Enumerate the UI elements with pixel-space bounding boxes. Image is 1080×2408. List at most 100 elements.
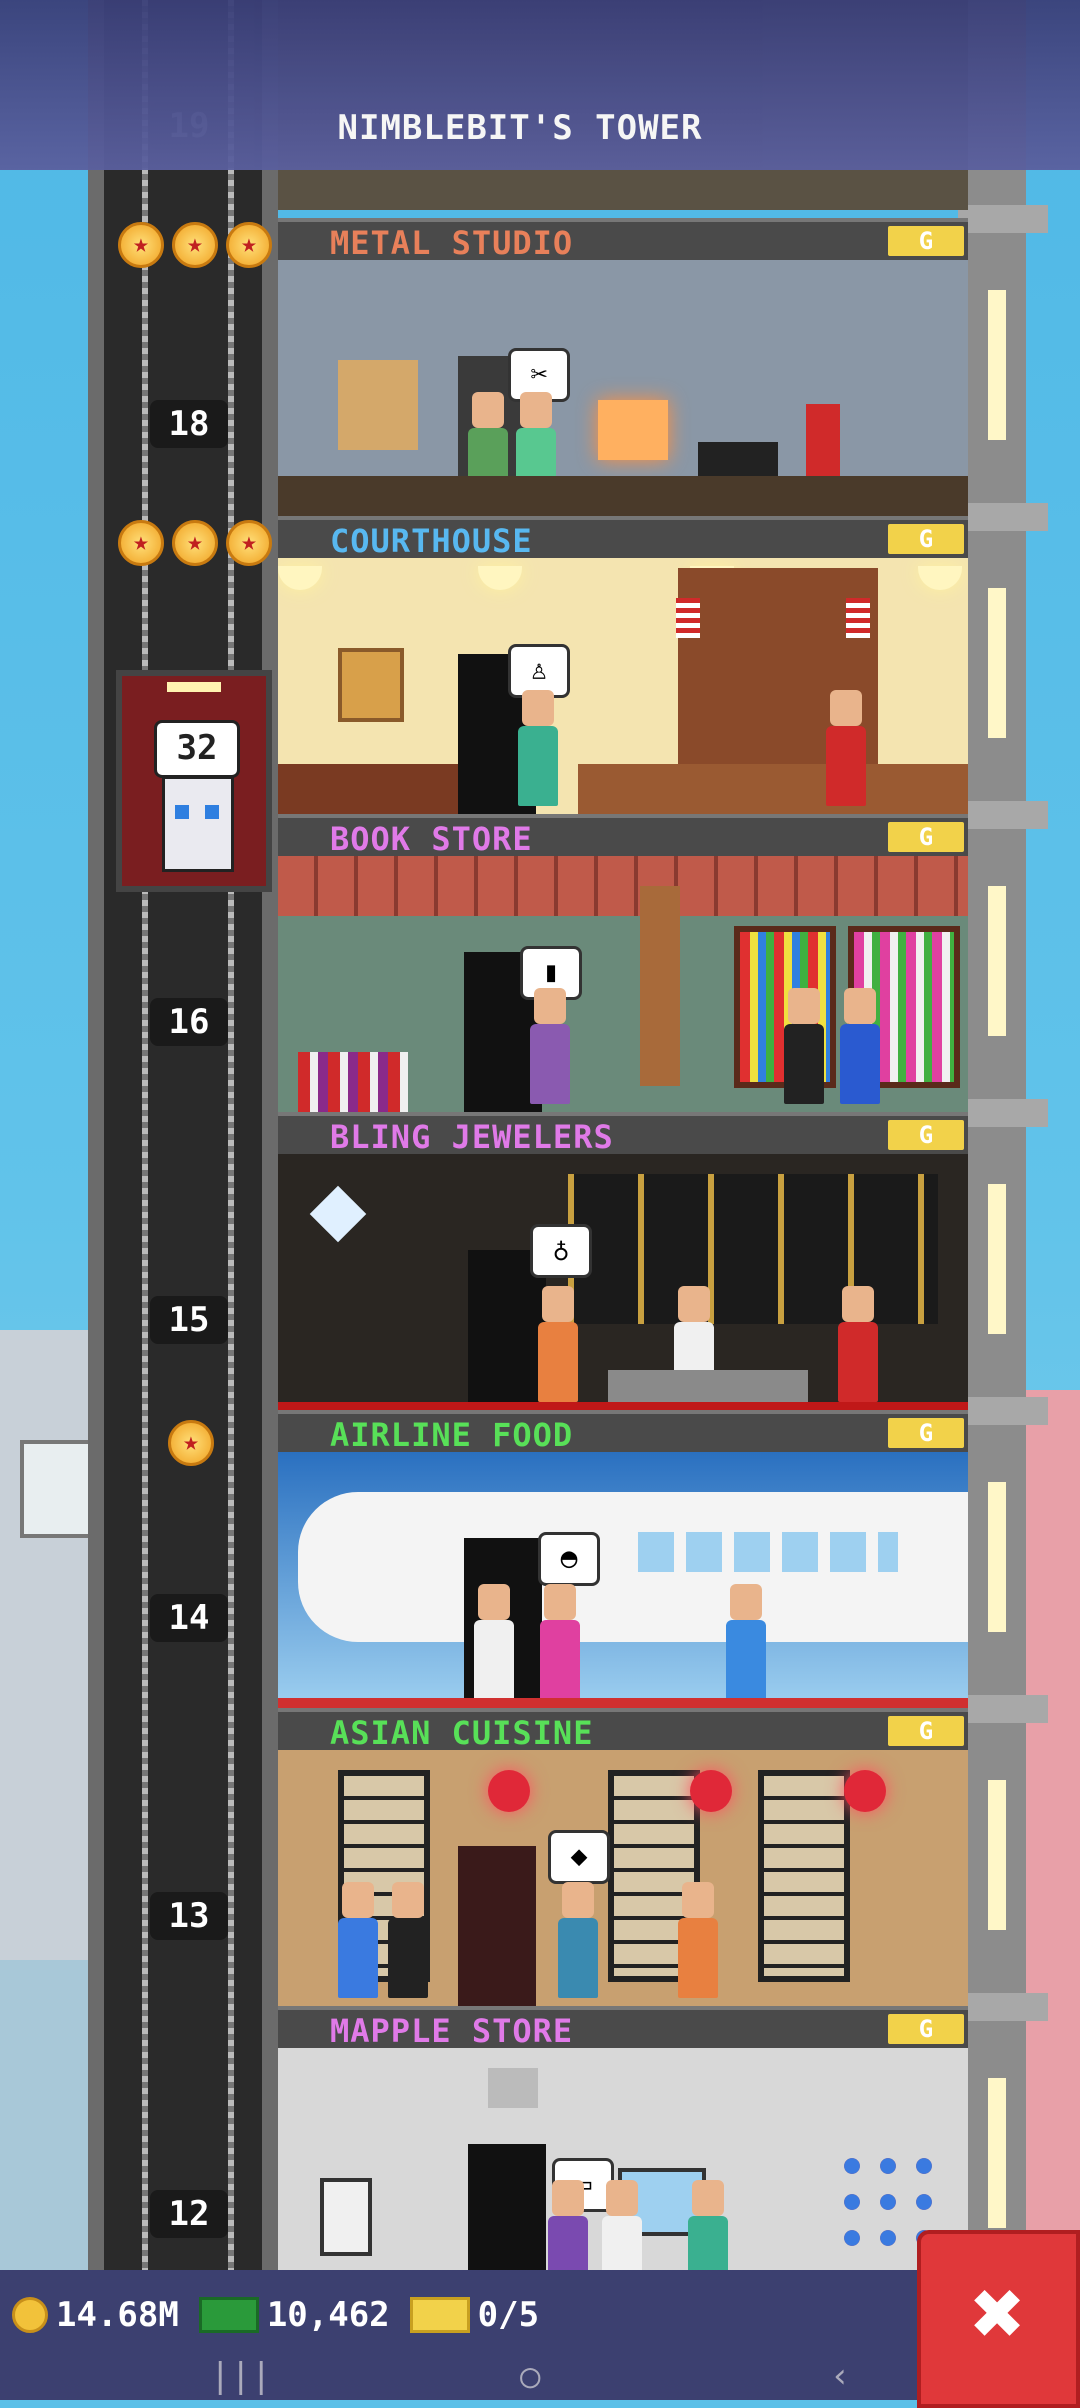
elevator-light: [167, 682, 221, 692]
coins-value: 14.68M: [56, 2295, 179, 2335]
star-rating-airline-food: ★: [168, 1420, 214, 1466]
red-machine: [806, 404, 840, 476]
floor-badge-icon[interactable]: G: [888, 1418, 964, 1448]
floor-badge-icon[interactable]: G: [888, 1120, 964, 1150]
wall-ledge: [958, 801, 1048, 829]
floor-badge-icon[interactable]: G: [888, 1716, 964, 1746]
ceiling-lamp: [478, 566, 522, 590]
floor-name: COURTHOUSE: [330, 522, 533, 560]
tower-bitizen[interactable]: [840, 988, 880, 1104]
tower-bitizen[interactable]: [678, 1882, 718, 1998]
court-benches: [278, 764, 458, 814]
wall-window: [988, 2078, 1006, 2228]
elevator-car[interactable]: 32: [116, 670, 272, 892]
tower-bitizen[interactable]: [558, 1882, 598, 1998]
tower-bitizen[interactable]: [726, 1584, 766, 1700]
bux-value: 10,462: [266, 2295, 390, 2335]
floor-bling-jewelers[interactable]: BLING JEWELERS G ♁: [278, 1112, 968, 1410]
tickets-display[interactable]: 0/5: [409, 2295, 539, 2335]
elevator-rider: [162, 776, 234, 872]
floor-metal-studio[interactable]: METAL STUDIO G ✂: [278, 218, 968, 516]
floor-door[interactable]: [458, 1846, 536, 2006]
airplane-windows: [638, 1532, 898, 1572]
floor-name: BOOK STORE: [330, 820, 533, 858]
background-building: [1026, 1390, 1080, 2270]
floor-name: MAPPLE STORE: [330, 2012, 574, 2050]
shaft-rail: [262, 0, 278, 2270]
lantern-icon: [488, 1770, 530, 1812]
shaft-floor-number-13: 13: [150, 1892, 228, 1940]
floor-courthouse[interactable]: COURTHOUSE G ♙: [278, 516, 968, 814]
tower-bitizen[interactable]: [530, 988, 570, 1104]
background-building: [0, 1960, 88, 2270]
floor-mapple-store[interactable]: MAPPLE STORE G ▭: [278, 2006, 968, 2304]
lattice-window: [758, 1770, 850, 1982]
back-nav-button[interactable]: ‹: [830, 2356, 850, 2396]
wall-ledge: [958, 503, 1048, 531]
background-billboard: [20, 1440, 96, 1538]
coins-display[interactable]: 14.68M: [12, 2295, 179, 2335]
floor-sign: BLING JEWELERS G: [278, 1112, 968, 1156]
floor-badge-icon[interactable]: G: [888, 2014, 964, 2044]
flag-icon: [846, 598, 870, 638]
star-icon: ★: [226, 520, 272, 566]
forge: [598, 400, 668, 460]
court-desk: [578, 764, 968, 814]
floor-sign: METAL STUDIO G: [278, 218, 968, 262]
shaft-rail: [88, 0, 104, 2270]
framed-document: [338, 648, 404, 722]
tower-bitizen[interactable]: [474, 1584, 514, 1700]
tower-bitizen[interactable]: [784, 988, 824, 1104]
ceiling-lamp: [918, 566, 962, 590]
tower-bitizen[interactable]: [826, 690, 866, 806]
tower-bitizen[interactable]: [538, 1286, 578, 1402]
star-icon: ★: [118, 520, 164, 566]
speech-bubble[interactable]: ♁: [530, 1224, 592, 1278]
flag-icon: [676, 598, 700, 638]
shaft-floor-number-12: 12: [150, 2190, 228, 2238]
tower-bitizen[interactable]: [518, 690, 558, 806]
tower-bitizen[interactable]: [388, 1882, 428, 1998]
floor-airline-food[interactable]: AIRLINE FOOD G ◓: [278, 1410, 968, 1708]
floor-room: ▮: [278, 856, 968, 1112]
tower-bitizen[interactable]: [838, 1286, 878, 1402]
close-button[interactable]: ✖: [917, 2230, 1080, 2408]
bookshelf: [298, 1052, 408, 1112]
tower-bitizen[interactable]: [338, 1882, 378, 1998]
floor-name: METAL STUDIO: [330, 224, 574, 262]
tower-right-wall: [958, 0, 1048, 2270]
wooden-pillar: [640, 886, 680, 1086]
floor-badge-icon[interactable]: G: [888, 822, 964, 852]
floor-badge-icon[interactable]: G: [888, 524, 964, 554]
floor-asian-cuisine[interactable]: ASIAN CUISINE G ◆: [278, 1708, 968, 2006]
wall-ledge: [958, 1993, 1048, 2021]
floor-name: ASIAN CUISINE: [330, 1714, 594, 1752]
lantern-icon: [690, 1770, 732, 1812]
wall-window: [988, 1184, 1006, 1334]
wall-window: [988, 886, 1006, 1036]
tower-bitizen[interactable]: [540, 1584, 580, 1700]
diamond-logo-icon: [309, 1185, 367, 1243]
elevator-cable: [228, 0, 234, 2270]
mapple-logo-icon: [488, 2068, 538, 2108]
close-icon: ✖: [971, 2261, 1026, 2366]
floor-badge-icon[interactable]: G: [888, 226, 964, 256]
tower-floors: METAL STUDIO G ✂ COURTHOUSE G ♙ BOOK STO…: [278, 0, 968, 2304]
bux-display[interactable]: 10,462: [198, 2295, 390, 2335]
floor-sign: BOOK STORE G: [278, 814, 968, 858]
ticket-icon: [409, 2297, 470, 2333]
recents-nav-button[interactable]: |||: [210, 2356, 271, 2396]
star-icon: ★: [172, 222, 218, 268]
floor-room: ♁: [278, 1154, 968, 1410]
speech-bubble[interactable]: ◓: [538, 1532, 600, 1586]
wall-ledge: [958, 1099, 1048, 1127]
floor-name: AIRLINE FOOD: [330, 1416, 574, 1454]
floor-name: BLING JEWELERS: [330, 1118, 614, 1156]
home-nav-button[interactable]: ○: [520, 2356, 540, 2396]
speech-bubble[interactable]: ◆: [548, 1830, 610, 1884]
floor-book-store[interactable]: BOOK STORE G ▮: [278, 814, 968, 1112]
floor-sign: ASIAN CUISINE G: [278, 1708, 968, 1752]
wall-window: [988, 588, 1006, 738]
floor-room: ✂: [278, 260, 968, 516]
workbench: [278, 476, 968, 516]
